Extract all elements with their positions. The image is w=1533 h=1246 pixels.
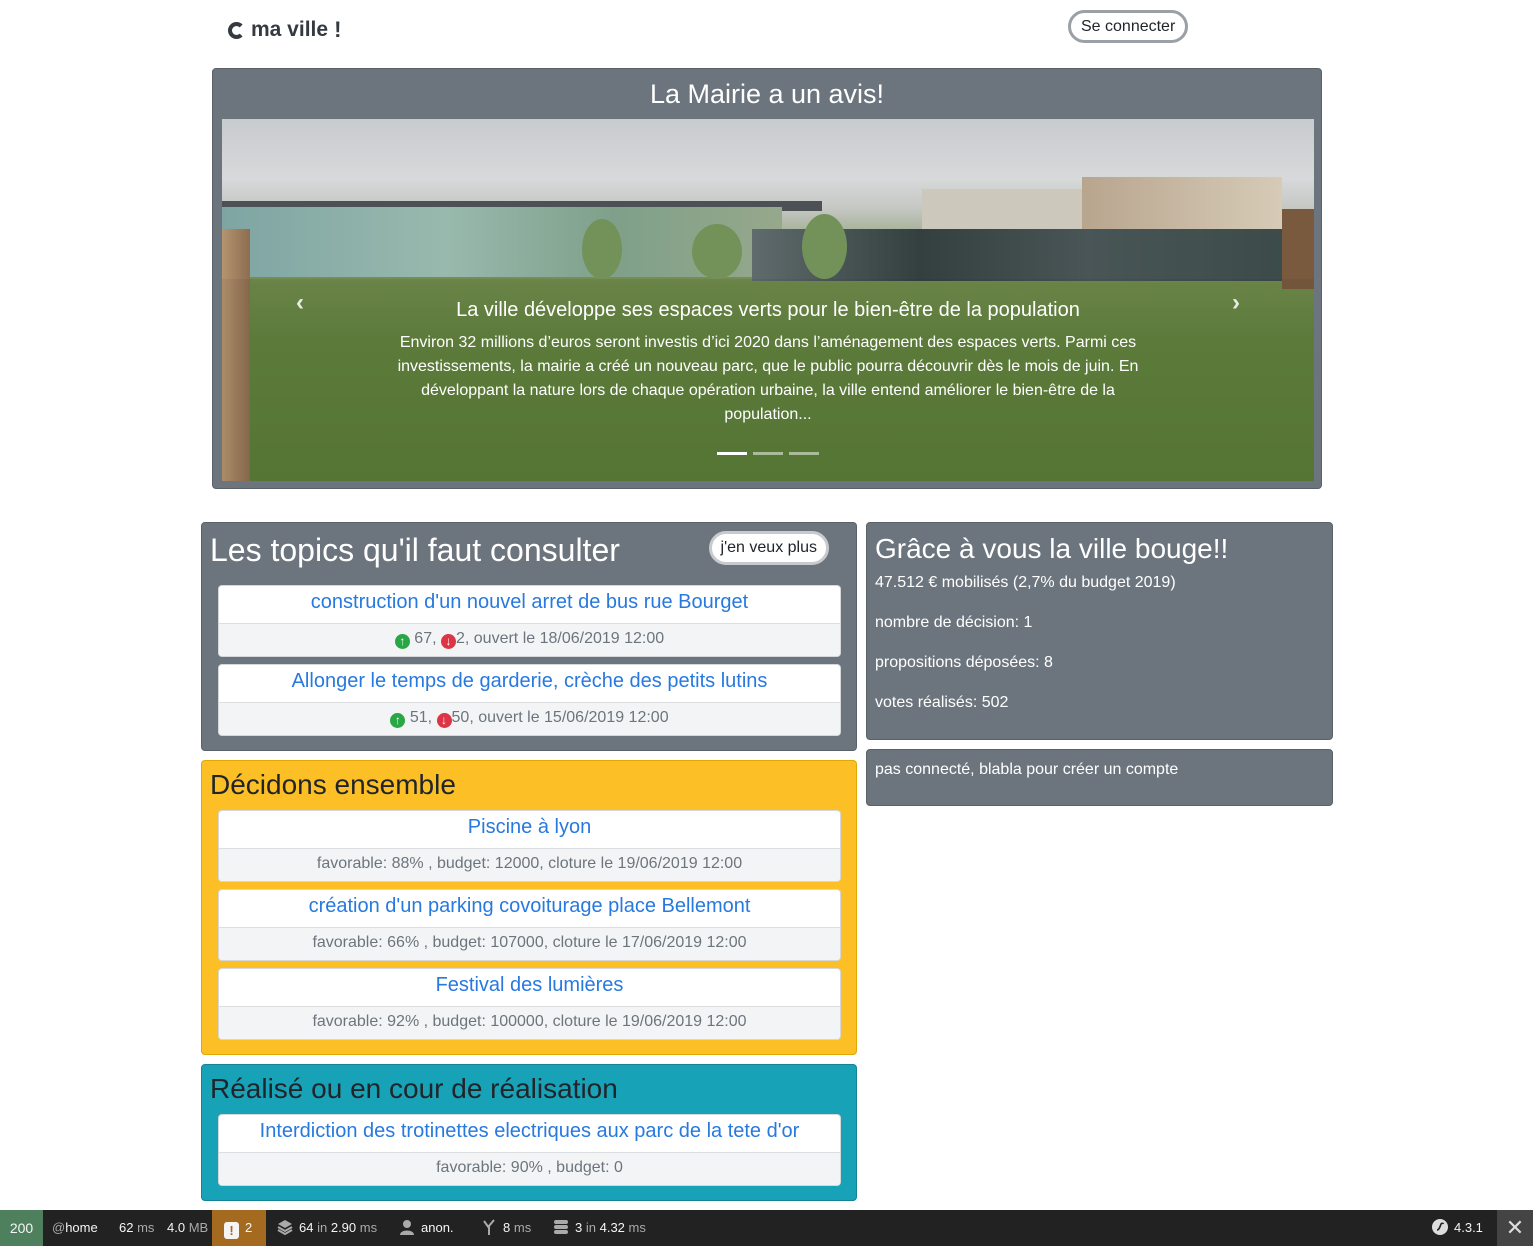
database-info[interactable]: 3 in 4.32 ms [553, 1210, 646, 1246]
carousel-indicator[interactable] [717, 452, 747, 455]
twig-info[interactable]: 8 ms [481, 1210, 531, 1246]
route-info[interactable]: @home [52, 1210, 98, 1246]
warnings-info[interactable]: ! 2 [212, 1210, 266, 1246]
decision-title-link[interactable]: Festival des lumières [219, 969, 840, 1006]
arrow-down-icon: ↓ [440, 634, 456, 649]
stat-decisions: nombre de décision: 1 [875, 614, 1033, 631]
carousel-heading: La Mairie a un avis! [649, 79, 885, 109]
realised-info: favorable: 90% , budget: 0 [219, 1152, 840, 1185]
realised-title-link[interactable]: Interdiction des trotinettes electriques… [219, 1115, 840, 1152]
login-button[interactable]: Se connecter [1068, 10, 1189, 43]
debug-toolbar: 200 @home 62 ms 4.0 MB ! 2 64 in 2.90 ms … [0, 1210, 1533, 1246]
topic-title-link[interactable]: Allonger le temps de garderie, crèche de… [219, 665, 840, 702]
decisions-panel: Décidons ensemble Piscine à lyon favorab… [201, 760, 857, 1055]
mairie-carousel-card: La Mairie a un avis! ‹ › La ville dévelo… [212, 68, 1322, 489]
twig-icon [483, 1219, 495, 1235]
decision-title-link[interactable]: Piscine à lyon [219, 811, 840, 848]
logo-c-icon [228, 21, 245, 39]
decision-card: Festival des lumières favorable: 92% , b… [218, 968, 841, 1040]
topic-up-count: 51 [409, 709, 428, 726]
time-info[interactable]: 62 ms [119, 1210, 154, 1246]
realised-card: Interdiction des trotinettes electriques… [218, 1114, 841, 1186]
memory-info[interactable]: 4.0 MB [167, 1210, 208, 1246]
cache-info[interactable]: 64 in 2.90 ms [277, 1210, 377, 1246]
topics-panel: Les topics qu'il faut consulter j'en veu… [201, 522, 857, 751]
slide-title: La ville développe ses espaces verts pou… [456, 299, 1080, 321]
symfony-version[interactable]: 4.3.1 [1432, 1210, 1483, 1246]
more-topics-button[interactable]: j'en veux plus [708, 531, 829, 565]
user-info[interactable]: anon. [399, 1210, 454, 1246]
arrow-up-icon: ↑ [394, 634, 410, 649]
stats-title: Grâce à vous la ville bouge!! [875, 533, 1229, 564]
login-notice-text: pas connecté, blabla pour créer un compt… [875, 761, 1179, 778]
database-icon [554, 1220, 568, 1234]
decision-card: Piscine à lyon favorable: 88% , budget: … [218, 810, 841, 882]
topic-meta: ↑ 51, ↓ 50, ouvert le 15/06/2019 12:00 [219, 702, 840, 735]
login-notice-panel: pas connecté, blabla pour créer un compt… [866, 749, 1333, 806]
slide-text: Environ 32 millions d’euros seront inves… [397, 334, 1139, 423]
close-icon[interactable]: ✕ [1497, 1210, 1533, 1246]
decisions-title: Décidons ensemble [210, 769, 456, 800]
route-name: home [65, 1220, 98, 1235]
logo-bang: ! [334, 17, 342, 42]
stat-proposals: propositions déposées: 8 [875, 654, 1053, 671]
topic-down-count: 2 [455, 630, 465, 647]
topic-opened: , ouvert le 18/06/2019 12:00 [464, 630, 665, 647]
realised-title: Réalisé ou en cour de réalisation [210, 1073, 618, 1104]
carousel-indicator[interactable] [789, 452, 819, 455]
stat-mobilised: 47.512 € mobilisés (2,7% du budget 2019) [875, 574, 1176, 591]
topic-card: Allonger le temps de garderie, crèche de… [218, 664, 841, 736]
topic-down-count: 50 [451, 709, 470, 726]
slide-photo-building [1282, 209, 1314, 289]
topic-meta: ↑ 67, ↓ 2, ouvert le 18/06/2019 12:00 [219, 623, 840, 656]
topic-opened: , ouvert le 15/06/2019 12:00 [469, 709, 669, 726]
topic-title-link[interactable]: construction d'un nouvel arret de bus ru… [219, 586, 840, 623]
stat-votes: votes réalisés: 502 [875, 694, 1009, 711]
topic-up-count: 67 [414, 630, 433, 647]
arrow-down-icon: ↓ [436, 713, 452, 728]
slide-photo-tree [582, 219, 622, 279]
warning-count: 2 [245, 1220, 253, 1235]
decision-info: favorable: 66% , budget: 107000, cloture… [219, 927, 840, 960]
decision-card: création d'un parking covoiturage place … [218, 889, 841, 961]
decision-info: favorable: 92% , budget: 100000, cloture… [219, 1006, 840, 1039]
status-code[interactable]: 200 [0, 1210, 43, 1246]
carousel-indicators [222, 452, 1314, 455]
layers-icon [277, 1220, 293, 1235]
warning-icon: ! [224, 1222, 239, 1239]
logo[interactable]: ma ville ! [228, 17, 341, 43]
slide-photo-tree [692, 224, 742, 279]
arrow-up-icon: ↑ [390, 713, 406, 728]
realised-panel: Réalisé ou en cour de réalisation Interd… [201, 1064, 857, 1201]
topic-card: construction d'un nouvel arret de bus ru… [218, 585, 841, 657]
carousel-indicator[interactable] [753, 452, 783, 455]
slide-photo-tree [802, 214, 847, 279]
page: ma ville ! Se connecter La Mairie a un a… [0, 0, 1533, 1246]
topics-title: Les topics qu'il faut consulter [210, 532, 620, 568]
symfony-logo-icon [1432, 1219, 1448, 1235]
user-icon [400, 1220, 414, 1235]
logo-text: ma ville [251, 18, 329, 41]
decision-info: favorable: 88% , budget: 12000, cloture … [219, 848, 840, 881]
decision-title-link[interactable]: création d'un parking covoiturage place … [219, 890, 840, 927]
stats-panel: Grâce à vous la ville bouge!! 47.512 € m… [866, 522, 1333, 740]
carousel-slide[interactable]: ‹ › La ville développe ses espaces verts… [222, 119, 1314, 481]
